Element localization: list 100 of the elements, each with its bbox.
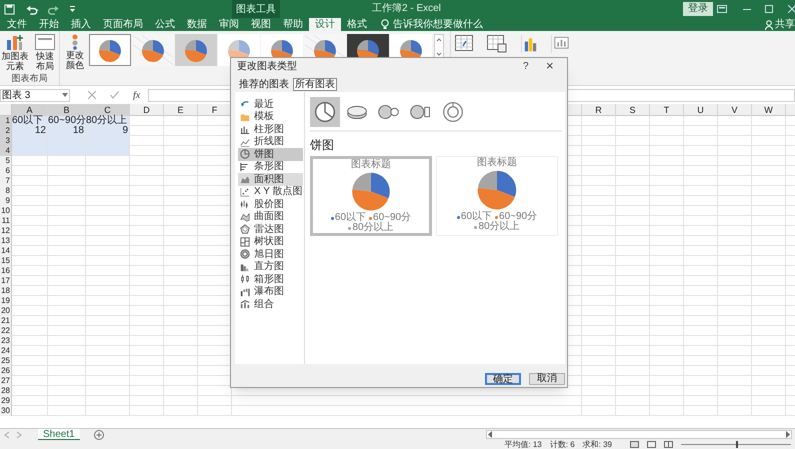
column-header[interactable]: V xyxy=(718,104,752,116)
switch-row-column-icon[interactable] xyxy=(455,35,473,51)
dialog-tab[interactable]: 所有图表 xyxy=(293,78,337,91)
row-header[interactable]: 25 xyxy=(0,356,12,366)
chart-preview-card[interactable]: 图表标题 60以下 60~90分 80分以上 xyxy=(436,156,558,236)
dialog-button[interactable]: 确定 xyxy=(485,373,521,385)
ribbon-tab[interactable]: 审阅 xyxy=(213,18,245,31)
move-chart-icon[interactable] xyxy=(551,35,569,53)
add-chart-element-button[interactable]: 加图表元素 xyxy=(0,51,30,71)
person-icon[interactable] xyxy=(765,20,773,30)
row-header[interactable]: 1 xyxy=(0,116,12,126)
chart-type-item[interactable]: 直方图 xyxy=(238,260,303,273)
ribbon-tab[interactable]: 页面布局 xyxy=(97,18,149,31)
cancel-icon[interactable] xyxy=(88,91,96,99)
row-header[interactable]: 15 xyxy=(0,256,12,266)
chart-type-item[interactable]: 折线图 xyxy=(238,136,303,148)
ribbon-tab[interactable]: 开始 xyxy=(33,18,65,31)
sheet-tab[interactable]: Sheet1 xyxy=(38,428,80,440)
scroll-right-icon[interactable] xyxy=(785,431,791,438)
quick-layout-button[interactable]: 快速布局 xyxy=(32,51,58,71)
chart-type-item[interactable]: 曲面图 xyxy=(238,210,303,223)
ribbon-tab[interactable]: 格式 xyxy=(341,18,373,31)
row-header[interactable]: 10 xyxy=(0,206,12,216)
column-header[interactable]: E xyxy=(164,104,198,116)
chart-type-item[interactable]: 箱形图 xyxy=(238,273,303,286)
row-header[interactable]: 8 xyxy=(0,186,12,196)
page-layout-icon[interactable] xyxy=(647,441,656,448)
chart-type-item[interactable]: 最近 xyxy=(238,98,303,110)
column-header[interactable]: A xyxy=(12,104,48,116)
row-header[interactable]: 14 xyxy=(0,246,12,256)
row-header[interactable]: 29 xyxy=(0,396,12,406)
page-break-icon[interactable] xyxy=(664,441,673,448)
name-box[interactable]: 图表 3 xyxy=(0,88,70,102)
undo-icon[interactable] xyxy=(25,4,41,14)
add-chart-element-icon[interactable] xyxy=(6,33,24,51)
tell-me-search[interactable]: 告诉我你想要做什么 xyxy=(393,18,483,31)
ribbon-tab[interactable]: 插入 xyxy=(65,18,97,31)
add-sheet-icon[interactable] xyxy=(94,430,104,440)
ribbon-tab[interactable]: 文件 xyxy=(1,18,33,31)
row-header[interactable]: 23 xyxy=(0,336,12,346)
ribbon-tab[interactable]: 帮助 xyxy=(277,18,309,31)
ribbon-tab[interactable]: 设计 xyxy=(309,18,341,31)
row-header[interactable]: 13 xyxy=(0,236,12,246)
maximize-icon[interactable] xyxy=(765,5,773,13)
chart-type-item[interactable]: 瀑布图 xyxy=(238,286,303,298)
save-icon[interactable] xyxy=(4,4,15,14)
row-header[interactable]: 18 xyxy=(0,286,12,296)
chart-type-item[interactable]: 条形图 xyxy=(238,160,303,173)
chart-preview-card[interactable]: 图表标题 60以下 60~90分 80分以上 xyxy=(310,156,432,236)
chart-type-item[interactable]: 面积图 xyxy=(238,173,303,186)
column-header[interactable]: U xyxy=(684,104,718,116)
chart-type-item[interactable]: 股价图 xyxy=(238,198,303,210)
column-header[interactable]: B xyxy=(48,104,86,116)
enter-icon[interactable] xyxy=(110,91,119,99)
select-data-icon[interactable] xyxy=(487,35,507,53)
row-header[interactable]: 12 xyxy=(0,226,12,236)
ribbon-tab[interactable]: 公式 xyxy=(149,18,181,31)
chart-type-item[interactable]: X Y 散点图 xyxy=(238,186,303,198)
row-header[interactable]: 11 xyxy=(0,216,12,226)
customize-icon[interactable] xyxy=(69,5,76,13)
row-header[interactable]: 28 xyxy=(0,386,12,396)
share-button[interactable]: 共享 xyxy=(775,18,795,31)
row-header[interactable]: 17 xyxy=(0,276,12,286)
row-header[interactable]: 20 xyxy=(0,306,12,316)
ribbon-tab[interactable]: 数据 xyxy=(181,18,213,31)
chart-type-item[interactable]: 饼图 xyxy=(238,148,303,160)
column-header[interactable]: W xyxy=(752,104,786,116)
column-header[interactable]: S xyxy=(616,104,650,116)
row-header[interactable]: 19 xyxy=(0,296,12,306)
row-header[interactable]: 26 xyxy=(0,366,12,376)
row-header[interactable]: 30 xyxy=(0,406,12,416)
row-header[interactable]: 4 xyxy=(0,146,12,156)
quick-layout-icon[interactable] xyxy=(35,34,55,50)
dropdown-icon[interactable] xyxy=(62,92,68,98)
change-colors-button[interactable]: 更改颜色 xyxy=(65,50,85,70)
column-header[interactable]: C xyxy=(86,104,130,116)
normal-view-icon[interactable] xyxy=(630,441,639,448)
close-icon[interactable] xyxy=(788,5,795,13)
dialog-tab[interactable]: 推荐的图表 xyxy=(237,78,291,91)
chart-style-thumbnail[interactable] xyxy=(175,34,217,66)
insert-function-button[interactable]: fx xyxy=(133,90,140,100)
lightbulb-icon[interactable] xyxy=(381,19,389,30)
scroll-left-icon[interactable] xyxy=(487,431,493,438)
row-header[interactable]: 7 xyxy=(0,176,12,186)
row-header[interactable]: 27 xyxy=(0,376,12,386)
chart-type-item[interactable]: 雷达图 xyxy=(238,223,303,236)
column-header[interactable]: D xyxy=(130,104,164,116)
chart-type-item[interactable]: 旭日图 xyxy=(238,248,303,260)
row-header[interactable]: 24 xyxy=(0,346,12,356)
chart-subtype-option[interactable] xyxy=(310,97,340,127)
row-header[interactable]: 2 xyxy=(0,126,12,136)
column-header[interactable]: R xyxy=(582,104,616,116)
chart-type-item[interactable]: 柱形图 xyxy=(238,123,303,136)
row-header[interactable]: 9 xyxy=(0,196,12,206)
chart-type-item[interactable]: 模板 xyxy=(238,110,303,123)
chart-type-item[interactable]: 组合 xyxy=(238,298,303,310)
row-header[interactable]: 22 xyxy=(0,326,12,336)
column-header[interactable]: T xyxy=(650,104,684,116)
row-header[interactable]: 6 xyxy=(0,166,12,176)
chart-style-thumbnail[interactable] xyxy=(89,34,131,66)
